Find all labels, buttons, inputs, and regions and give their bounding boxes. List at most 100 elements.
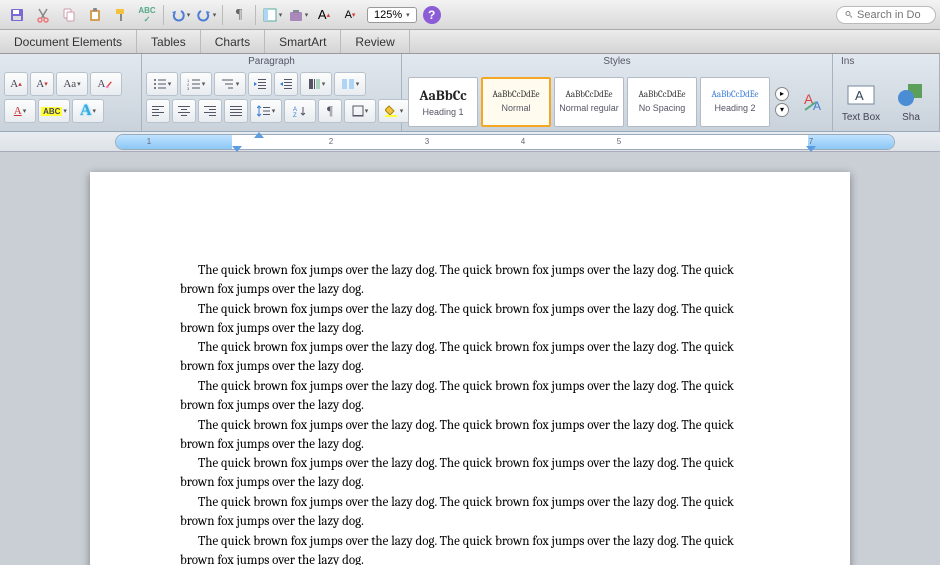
text-box-icon: A [846,82,876,108]
ruler-tick: 2 [326,137,336,146]
format-painter-icon[interactable] [110,4,132,26]
decrease-font-icon[interactable]: A▾ [339,4,361,26]
separator [255,5,256,25]
styles-pane-icon: AA [802,90,826,114]
separator [163,5,164,25]
bullets-button[interactable]: ▾ [146,72,178,96]
ruler-tick: 7 [806,137,816,146]
style-expand-icon[interactable]: ▾ [775,103,789,117]
style-tile-heading-2[interactable]: AaBbCcDdEeHeading 2 [700,77,770,127]
group-label-paragraph: Paragraph [146,56,397,70]
numbering-button[interactable]: 123▾ [180,72,212,96]
text-highlight-color-button[interactable]: ABC▾ [38,99,70,123]
search-input[interactable] [857,9,927,21]
text-direction-button[interactable]: ▾ [300,72,332,96]
align-center-button[interactable] [172,99,196,123]
copy-icon[interactable] [58,4,80,26]
paragraph[interactable]: The quick brown fox jumps over the lazy … [180,494,750,532]
ribbon-tabs: Document Elements Tables Charts SmartArt… [0,30,940,54]
ribbon-group-styles: Styles AaBbCcHeading 1AaBbCcDdEeNormalAa… [402,54,833,131]
sort-button[interactable]: AZ [284,99,316,123]
style-scroll-icon[interactable]: ▸ [775,87,789,101]
align-left-button[interactable] [146,99,170,123]
increase-font-icon[interactable]: A▴ [313,4,335,26]
right-indent-marker[interactable] [806,146,816,152]
style-tile-no-spacing[interactable]: AaBbCcDdEeNo Spacing [627,77,697,127]
show-marks-button[interactable]: ¶ [318,99,342,123]
spellcheck-icon[interactable]: ABC✓ [136,4,158,26]
search-box[interactable] [836,6,936,24]
quick-access-toolbar: ABC✓ ▾ ▾ ¶ ▾ ▾ A▴ A▾ 125%▾ ? [0,0,940,30]
change-styles-button[interactable]: AA [800,90,828,114]
first-line-indent-marker[interactable] [254,132,264,138]
ruler-tick: 3 [422,137,432,146]
highlight-button[interactable]: A▾ [4,99,36,123]
search-icon [845,9,853,20]
ruler-strip: 1 2 3 4 5 7 [0,132,940,152]
svg-text:Z: Z [293,113,297,117]
columns-button[interactable]: ▾ [334,72,366,96]
style-tile-normal-regular[interactable]: AaBbCcDdEeNormal regular [554,77,624,127]
svg-text:A: A [813,99,821,113]
ribbon: A▴ A▾ Aa▾ A A▾ ABC▾ A▾ Paragraph ▾ 123▾ [0,54,940,132]
page[interactable]: The quick brown fox jumps over the lazy … [90,172,850,565]
text-box-button[interactable]: A Text Box [837,80,885,123]
paste-icon[interactable] [84,4,106,26]
paragraph[interactable]: The quick brown fox jumps over the lazy … [180,339,750,377]
hanging-indent-marker[interactable] [232,146,242,152]
paragraph[interactable]: The quick brown fox jumps over the lazy … [180,301,750,339]
shape-button[interactable]: Sha [887,80,935,123]
undo-icon[interactable]: ▾ [169,4,191,26]
ruler-tick: 5 [614,137,624,146]
line-spacing-button[interactable]: ▾ [250,99,282,123]
svg-text:3: 3 [187,86,190,90]
help-icon[interactable]: ? [423,6,441,24]
justify-button[interactable] [224,99,248,123]
tab-smartart[interactable]: SmartArt [265,30,341,53]
tab-review[interactable]: Review [341,30,409,53]
ruler-tick: 1 [144,137,154,146]
ribbon-group-insert: Ins A Text Box Sha [833,54,940,131]
borders-button[interactable]: ▾ [344,99,376,123]
ruler-right-margin [808,135,894,149]
document-area[interactable]: The quick brown fox jumps over the lazy … [0,152,940,565]
zoom-control[interactable]: 125%▾ [367,7,417,23]
shape-icon [896,82,926,108]
redo-icon[interactable]: ▾ [195,4,217,26]
group-label-insert: Ins [837,56,935,70]
style-gallery-more[interactable]: ▸ ▾ [772,77,792,127]
tab-document-elements[interactable]: Document Elements [0,30,137,53]
horizontal-ruler[interactable]: 1 2 3 4 5 7 [115,134,895,150]
tab-charts[interactable]: Charts [201,30,265,53]
svg-text:A: A [855,88,864,103]
group-label-styles: Styles [406,56,828,70]
paragraph[interactable]: The quick brown fox jumps over the lazy … [180,533,750,565]
ruler-left-margin [116,135,232,149]
style-gallery: AaBbCcHeading 1AaBbCcDdEeNormalAaBbCcDdE… [408,77,770,127]
ribbon-group-font: A▴ A▾ Aa▾ A A▾ ABC▾ A▾ [0,54,142,131]
save-icon[interactable] [6,4,28,26]
cut-icon[interactable] [32,4,54,26]
separator [222,5,223,25]
text-effects-button[interactable]: A▾ [72,99,104,123]
tab-tables[interactable]: Tables [137,30,201,53]
sidebar-toggle-icon[interactable]: ▾ [261,4,283,26]
align-right-button[interactable] [198,99,222,123]
style-tile-normal[interactable]: AaBbCcDdEeNormal [481,77,551,127]
ribbon-group-paragraph: Paragraph ▾ 123▾ ▾ ▾ ▾ ▾ [142,54,402,131]
paragraph[interactable]: The quick brown fox jumps over the lazy … [180,417,750,455]
multilevel-list-button[interactable]: ▾ [214,72,246,96]
toolbox-icon[interactable]: ▾ [287,4,309,26]
ruler-tick: 4 [518,137,528,146]
paragraph[interactable]: The quick brown fox jumps over the lazy … [180,455,750,493]
shrink-font-button[interactable]: A▾ [30,72,54,96]
paragraph[interactable]: The quick brown fox jumps over the lazy … [180,262,750,300]
grow-font-button[interactable]: A▴ [4,72,28,96]
decrease-indent-button[interactable] [248,72,272,96]
show-formatting-icon[interactable]: ¶ [228,4,250,26]
change-case-button[interactable]: Aa▾ [56,72,88,96]
increase-indent-button[interactable] [274,72,298,96]
style-tile-heading-1[interactable]: AaBbCcHeading 1 [408,77,478,127]
clear-formatting-button[interactable]: A [90,72,122,96]
paragraph[interactable]: The quick brown fox jumps over the lazy … [180,378,750,416]
